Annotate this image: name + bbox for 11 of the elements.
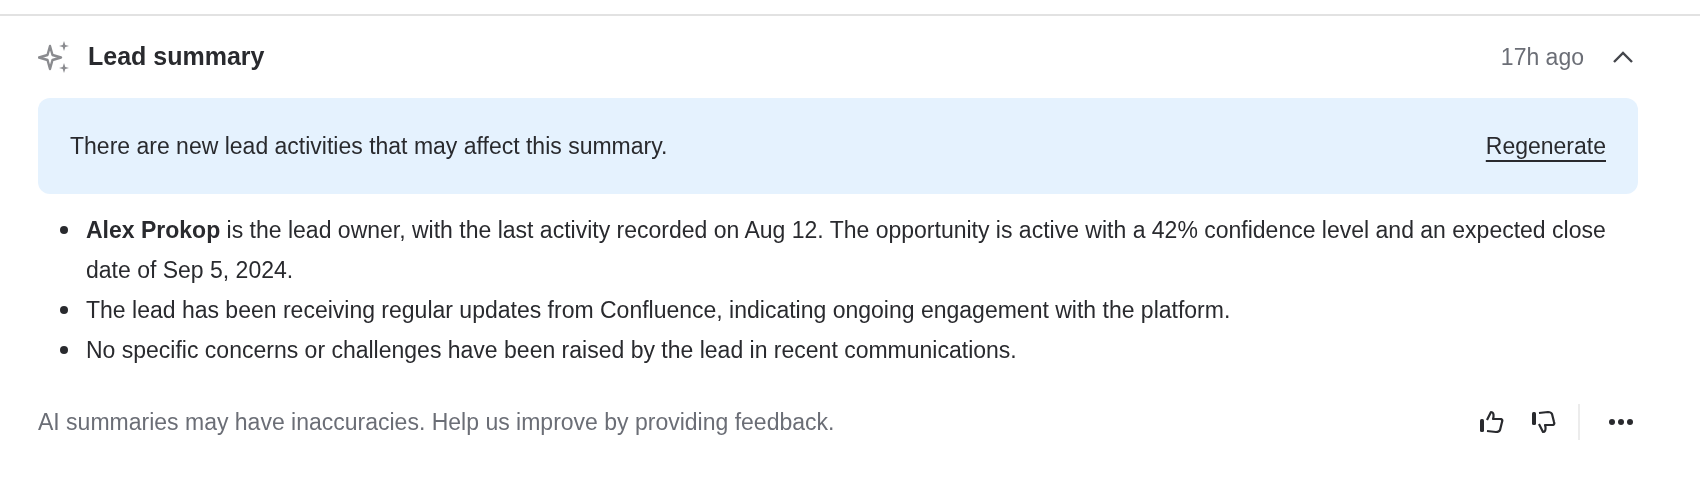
disclaimer-text: AI summaries may have inaccuracies. Help us improve by providing feedback. [38, 407, 835, 437]
bullet-icon [60, 306, 68, 314]
regenerate-link[interactable]: Regenerate [1485, 128, 1606, 164]
notice-message: There are new lead activities that may affect this summary. [70, 131, 668, 161]
timestamp: 17h ago [1500, 42, 1584, 72]
summary-text: The lead has been receiving regular updates from Confluence, indicating ongoing engagement with the platform. [86, 296, 1231, 325]
summary-text: No specific concerns or challenges have been raised by the lead in recent communications. [86, 336, 1017, 365]
summary-text: Alex Prokop is the lead owner, with the last activity recorded on Aug 12. The opportunity is active with a 42% confidence level and an expected close date of Sep 5, 2024. [86, 216, 1607, 285]
bullet-icon [60, 226, 68, 234]
bullet-icon [60, 346, 68, 354]
section-title: Lead summary [88, 41, 265, 73]
